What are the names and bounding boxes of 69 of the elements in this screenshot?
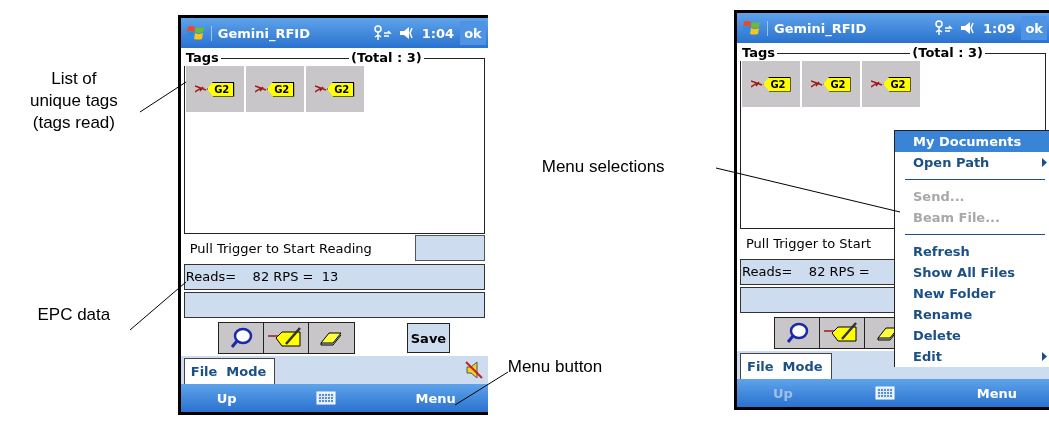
menu-item[interactable]: Delete: [895, 325, 1049, 346]
tag-tile[interactable]: G2: [802, 61, 860, 107]
tag-string-icon: [315, 84, 328, 94]
speaker-icon[interactable]: [397, 25, 416, 41]
connectivity-icon[interactable]: [933, 20, 954, 36]
reads-field: Reads= 82 RPS = 13: [183, 264, 485, 290]
save-button[interactable]: Save: [406, 323, 451, 353]
menu-item[interactable]: Refresh: [895, 241, 1049, 262]
menu-bar-item[interactable]: File: [190, 364, 218, 379]
tag-string-icon: [255, 84, 268, 94]
status-box: [414, 235, 485, 261]
menu-item[interactable]: Open Path: [895, 152, 1049, 173]
tag-string-icon: [195, 84, 208, 94]
prompt-text: Pull Trigger to Start: [745, 235, 872, 251]
callout-text: List of unique tags (tags read): [28, 68, 119, 134]
app-title: Gemini_RFID: [767, 20, 928, 36]
tag-label: G2: [207, 81, 235, 97]
keyboard-icon[interactable]: [316, 391, 337, 405]
prompt-text: Pull Trigger to Start Reading: [188, 240, 372, 256]
menu-item[interactable]: Show All Files: [895, 262, 1049, 283]
magnifier-icon: [228, 327, 253, 349]
leader-line: [454, 371, 509, 406]
tag-tile[interactable]: G2: [862, 61, 920, 107]
callout-text: Menu selections: [541, 156, 665, 178]
keyboard-icon[interactable]: [874, 386, 895, 400]
soft-key[interactable]: Menu: [976, 385, 1017, 401]
tag-string-icon: [871, 79, 884, 89]
soft-key[interactable]: Menu: [415, 390, 456, 406]
tag-tile[interactable]: G2: [742, 61, 800, 107]
tag-label: G2: [883, 76, 911, 92]
tag-label: G2: [763, 76, 791, 92]
magnifier-icon: [785, 322, 809, 344]
menu-bar-item[interactable]: File: [747, 359, 774, 374]
tag-string-icon: [811, 79, 824, 89]
tag-pen-icon: [824, 321, 860, 345]
clock-time: 1:04: [421, 25, 455, 41]
connectivity-icon[interactable]: [371, 25, 392, 41]
muted-speaker-icon[interactable]: [463, 360, 484, 380]
clock-time: 1:09: [983, 20, 1016, 36]
windows-logo-icon: [186, 24, 205, 42]
tag-total: (Total : 3): [349, 50, 424, 66]
soft-key[interactable]: Up: [216, 390, 237, 406]
eraser-icon: [319, 329, 344, 347]
callout-text: Menu button: [507, 356, 603, 378]
tag-tile[interactable]: G2: [185, 66, 244, 112]
menu-item[interactable]: Edit: [895, 346, 1049, 367]
group-title: Tags: [183, 50, 221, 66]
app-title: Gemini_RFID: [210, 25, 366, 41]
tag-edit-button[interactable]: [263, 323, 309, 353]
tag-total: (Total : 3): [910, 45, 985, 61]
menu-item[interactable]: Rename: [895, 304, 1049, 325]
menu-bar-item[interactable]: Mode: [782, 359, 823, 374]
windows-logo-icon: [743, 19, 761, 37]
callout-text: EPC data: [37, 304, 111, 326]
eraser-button[interactable]: [308, 323, 354, 353]
group-title: Tags: [740, 45, 777, 61]
tag-string-icon: [751, 79, 764, 89]
tag-edit-button[interactable]: [820, 318, 865, 348]
tag-pen-icon: [267, 326, 304, 350]
tag-tile[interactable]: G2: [305, 66, 364, 112]
tag-label: G2: [267, 81, 295, 97]
magnifier-button[interactable]: [218, 323, 264, 353]
menu-item[interactable]: New Folder: [895, 283, 1049, 304]
tag-label: G2: [327, 81, 355, 97]
tag-label: G2: [823, 76, 851, 92]
tag-tile[interactable]: G2: [245, 66, 304, 112]
menu-bar-item[interactable]: Mode: [226, 364, 267, 379]
menu-item[interactable]: My Documents: [895, 131, 1049, 152]
magnifier-button[interactable]: [775, 318, 820, 348]
